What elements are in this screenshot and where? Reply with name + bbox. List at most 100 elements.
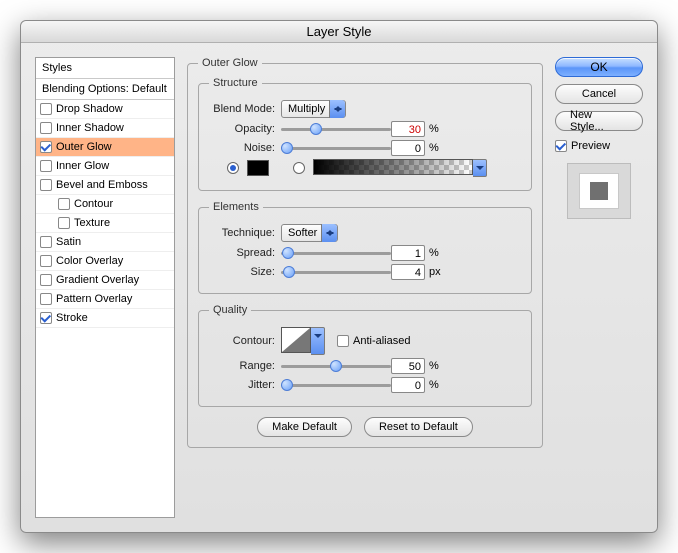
reset-default-button[interactable]: Reset to Default	[364, 417, 473, 437]
spread-label: Spread:	[209, 247, 281, 259]
style-row-outer-glow[interactable]: Outer Glow	[36, 138, 174, 157]
style-label: Bevel and Emboss	[56, 179, 148, 191]
jitter-label: Jitter:	[209, 379, 281, 391]
glow-color-swatch[interactable]	[247, 160, 269, 176]
style-checkbox[interactable]	[40, 312, 52, 324]
outer-glow-group: Outer Glow Structure Blend Mode: Multipl…	[187, 57, 543, 448]
style-checkbox[interactable]	[40, 274, 52, 286]
style-label: Outer Glow	[56, 141, 112, 153]
elements-legend: Elements	[209, 201, 263, 213]
style-checkbox[interactable]	[40, 122, 52, 134]
style-label: Inner Shadow	[56, 122, 124, 134]
antialias-label: Anti-aliased	[353, 335, 410, 347]
style-label: Drop Shadow	[56, 103, 123, 115]
style-row-satin[interactable]: Satin	[36, 233, 174, 252]
noise-unit: %	[429, 142, 439, 154]
style-row-color-overlay[interactable]: Color Overlay	[36, 252, 174, 271]
cancel-button[interactable]: Cancel	[555, 84, 643, 104]
spread-unit: %	[429, 247, 439, 259]
chevron-updown-icon	[329, 100, 345, 118]
jitter-slider[interactable]	[281, 378, 391, 392]
style-checkbox[interactable]	[40, 255, 52, 267]
contour-dropdown-icon[interactable]	[311, 327, 325, 355]
preview-checkbox[interactable]	[555, 140, 567, 152]
style-row-inner-shadow[interactable]: Inner Shadow	[36, 119, 174, 138]
glow-color-radio[interactable]	[227, 162, 239, 174]
antialias-checkbox[interactable]	[337, 335, 349, 347]
technique-value: Softer	[288, 227, 317, 239]
spread-field[interactable]: 1	[391, 245, 425, 261]
style-label: Satin	[56, 236, 81, 248]
gradient-dropdown-icon[interactable]	[473, 159, 487, 177]
layer-style-dialog: Layer Style Styles Blending Options: Def…	[20, 20, 658, 533]
style-row-stroke[interactable]: Stroke	[36, 309, 174, 328]
style-row-pattern-overlay[interactable]: Pattern Overlay	[36, 290, 174, 309]
range-field[interactable]: 50	[391, 358, 425, 374]
style-checkbox[interactable]	[40, 160, 52, 172]
structure-legend: Structure	[209, 77, 262, 89]
technique-dropdown[interactable]: Softer	[281, 224, 338, 242]
style-label: Stroke	[56, 312, 88, 324]
chevron-updown-icon	[321, 224, 337, 242]
style-label: Gradient Overlay	[56, 274, 139, 286]
blend-mode-dropdown[interactable]: Multiply	[281, 100, 346, 118]
opacity-unit: %	[429, 123, 439, 135]
spread-slider[interactable]	[281, 246, 391, 260]
preview-thumbnail	[567, 163, 631, 219]
size-field[interactable]: 4	[391, 264, 425, 280]
ok-button[interactable]: OK	[555, 57, 643, 77]
styles-header[interactable]: Styles	[36, 58, 174, 79]
range-unit: %	[429, 360, 439, 372]
style-row-bevel-and-emboss[interactable]: Bevel and Emboss	[36, 176, 174, 195]
side-panel: OK Cancel New Style... Preview	[555, 57, 643, 518]
style-checkbox[interactable]	[40, 293, 52, 305]
style-checkbox[interactable]	[40, 141, 52, 153]
noise-label: Noise:	[209, 142, 281, 154]
range-label: Range:	[209, 360, 281, 372]
blending-options[interactable]: Blending Options: Default	[36, 79, 174, 100]
technique-label: Technique:	[209, 227, 281, 239]
quality-legend: Quality	[209, 304, 251, 316]
settings-panel: Outer Glow Structure Blend Mode: Multipl…	[187, 57, 543, 518]
style-checkbox[interactable]	[40, 103, 52, 115]
style-checkbox[interactable]	[40, 179, 52, 191]
preview-inner	[579, 173, 619, 209]
style-checkbox[interactable]	[40, 236, 52, 248]
noise-field[interactable]: 0	[391, 140, 425, 156]
style-label: Contour	[74, 198, 113, 210]
styles-panel: Styles Blending Options: Default Drop Sh…	[35, 57, 175, 518]
glow-gradient-swatch[interactable]	[313, 159, 473, 175]
jitter-field[interactable]: 0	[391, 377, 425, 393]
style-row-drop-shadow[interactable]: Drop Shadow	[36, 100, 174, 119]
range-slider[interactable]	[281, 359, 391, 373]
dialog-content: Styles Blending Options: Default Drop Sh…	[21, 43, 657, 532]
preview-label: Preview	[571, 140, 610, 152]
glow-gradient-radio[interactable]	[293, 162, 305, 174]
blend-mode-value: Multiply	[288, 103, 325, 115]
size-slider[interactable]	[281, 265, 391, 279]
style-label: Color Overlay	[56, 255, 123, 267]
elements-group: Elements Technique: Softer Spread:	[198, 201, 532, 294]
opacity-slider[interactable]	[281, 122, 391, 136]
style-checkbox[interactable]	[58, 198, 70, 210]
new-style-button[interactable]: New Style...	[555, 111, 643, 131]
style-checkbox[interactable]	[58, 217, 70, 229]
style-row-texture[interactable]: Texture	[36, 214, 174, 233]
style-row-contour[interactable]: Contour	[36, 195, 174, 214]
contour-label: Contour:	[209, 335, 281, 347]
structure-group: Structure Blend Mode: Multiply Opacity:	[198, 77, 532, 191]
style-label: Pattern Overlay	[56, 293, 132, 305]
jitter-unit: %	[429, 379, 439, 391]
opacity-field[interactable]: 30	[391, 121, 425, 137]
style-label: Inner Glow	[56, 160, 109, 172]
window-title: Layer Style	[21, 21, 657, 43]
style-row-gradient-overlay[interactable]: Gradient Overlay	[36, 271, 174, 290]
opacity-label: Opacity:	[209, 123, 281, 135]
style-label: Texture	[74, 217, 110, 229]
contour-swatch[interactable]	[281, 327, 311, 353]
make-default-button[interactable]: Make Default	[257, 417, 352, 437]
noise-slider[interactable]	[281, 141, 391, 155]
size-label: Size:	[209, 266, 281, 278]
blend-mode-label: Blend Mode:	[209, 103, 281, 115]
style-row-inner-glow[interactable]: Inner Glow	[36, 157, 174, 176]
